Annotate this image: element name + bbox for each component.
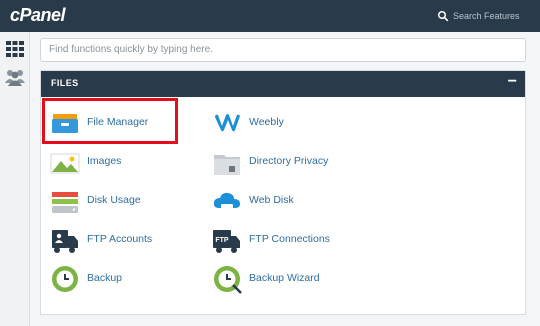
web-disk-link[interactable]: Web Disk bbox=[212, 184, 322, 218]
backup-wizard-icon bbox=[214, 266, 242, 294]
ftp-accounts-link[interactable]: FTP Accounts bbox=[50, 223, 160, 257]
backup-wizard-label: Backup Wizard bbox=[249, 272, 320, 284]
file-manager-highlight-box bbox=[42, 98, 178, 144]
ftp-connections-icon: FTP bbox=[213, 230, 240, 253]
collapse-button[interactable]: − bbox=[508, 73, 517, 91]
backup-label: Backup bbox=[87, 272, 123, 284]
files-panel-header[interactable]: FILES − bbox=[41, 71, 525, 97]
images-link[interactable]: Images bbox=[50, 145, 160, 179]
files-panel-title: FILES bbox=[51, 78, 79, 88]
images-icon bbox=[50, 153, 80, 174]
weebly-label: Weebly bbox=[249, 116, 284, 128]
feature-search-placeholder: Search Features bbox=[453, 11, 520, 21]
directory-privacy-icon bbox=[214, 155, 240, 175]
users-icon[interactable] bbox=[4, 66, 26, 88]
weebly-icon bbox=[215, 114, 240, 132]
backup-wizard-link[interactable]: Backup Wizard bbox=[212, 262, 332, 296]
ftp-connections-icon-text: FTP bbox=[215, 237, 229, 244]
directory-privacy-link[interactable]: Directory Privacy bbox=[212, 145, 352, 179]
disk-usage-icon bbox=[52, 192, 78, 213]
directory-privacy-label: Directory Privacy bbox=[249, 155, 329, 167]
web-disk-label: Web Disk bbox=[249, 194, 294, 206]
ftp-connections-link[interactable]: FTP FTP Connections bbox=[212, 223, 332, 257]
ftp-connections-label: FTP Connections bbox=[249, 233, 330, 245]
left-nav bbox=[0, 32, 30, 326]
ftp-accounts-label: FTP Accounts bbox=[87, 233, 153, 245]
search-icon bbox=[437, 10, 449, 22]
feature-search[interactable]: Search Features bbox=[437, 9, 537, 25]
cpanel-logo[interactable]: cPanel bbox=[10, 5, 66, 26]
ftp-accounts-icon bbox=[52, 230, 78, 253]
disk-usage-link[interactable]: Disk Usage bbox=[50, 184, 160, 218]
web-disk-icon bbox=[213, 192, 240, 209]
top-bar: cPanel Search Features bbox=[0, 0, 540, 32]
backup-icon bbox=[52, 266, 78, 292]
backup-link[interactable]: Backup bbox=[50, 262, 160, 296]
disk-usage-label: Disk Usage bbox=[87, 194, 141, 206]
quick-find-input[interactable]: Find functions quickly by typing here. bbox=[40, 38, 526, 62]
grid-icon[interactable] bbox=[4, 38, 26, 60]
weebly-link[interactable]: Weebly bbox=[212, 106, 322, 140]
images-label: Images bbox=[87, 155, 122, 167]
